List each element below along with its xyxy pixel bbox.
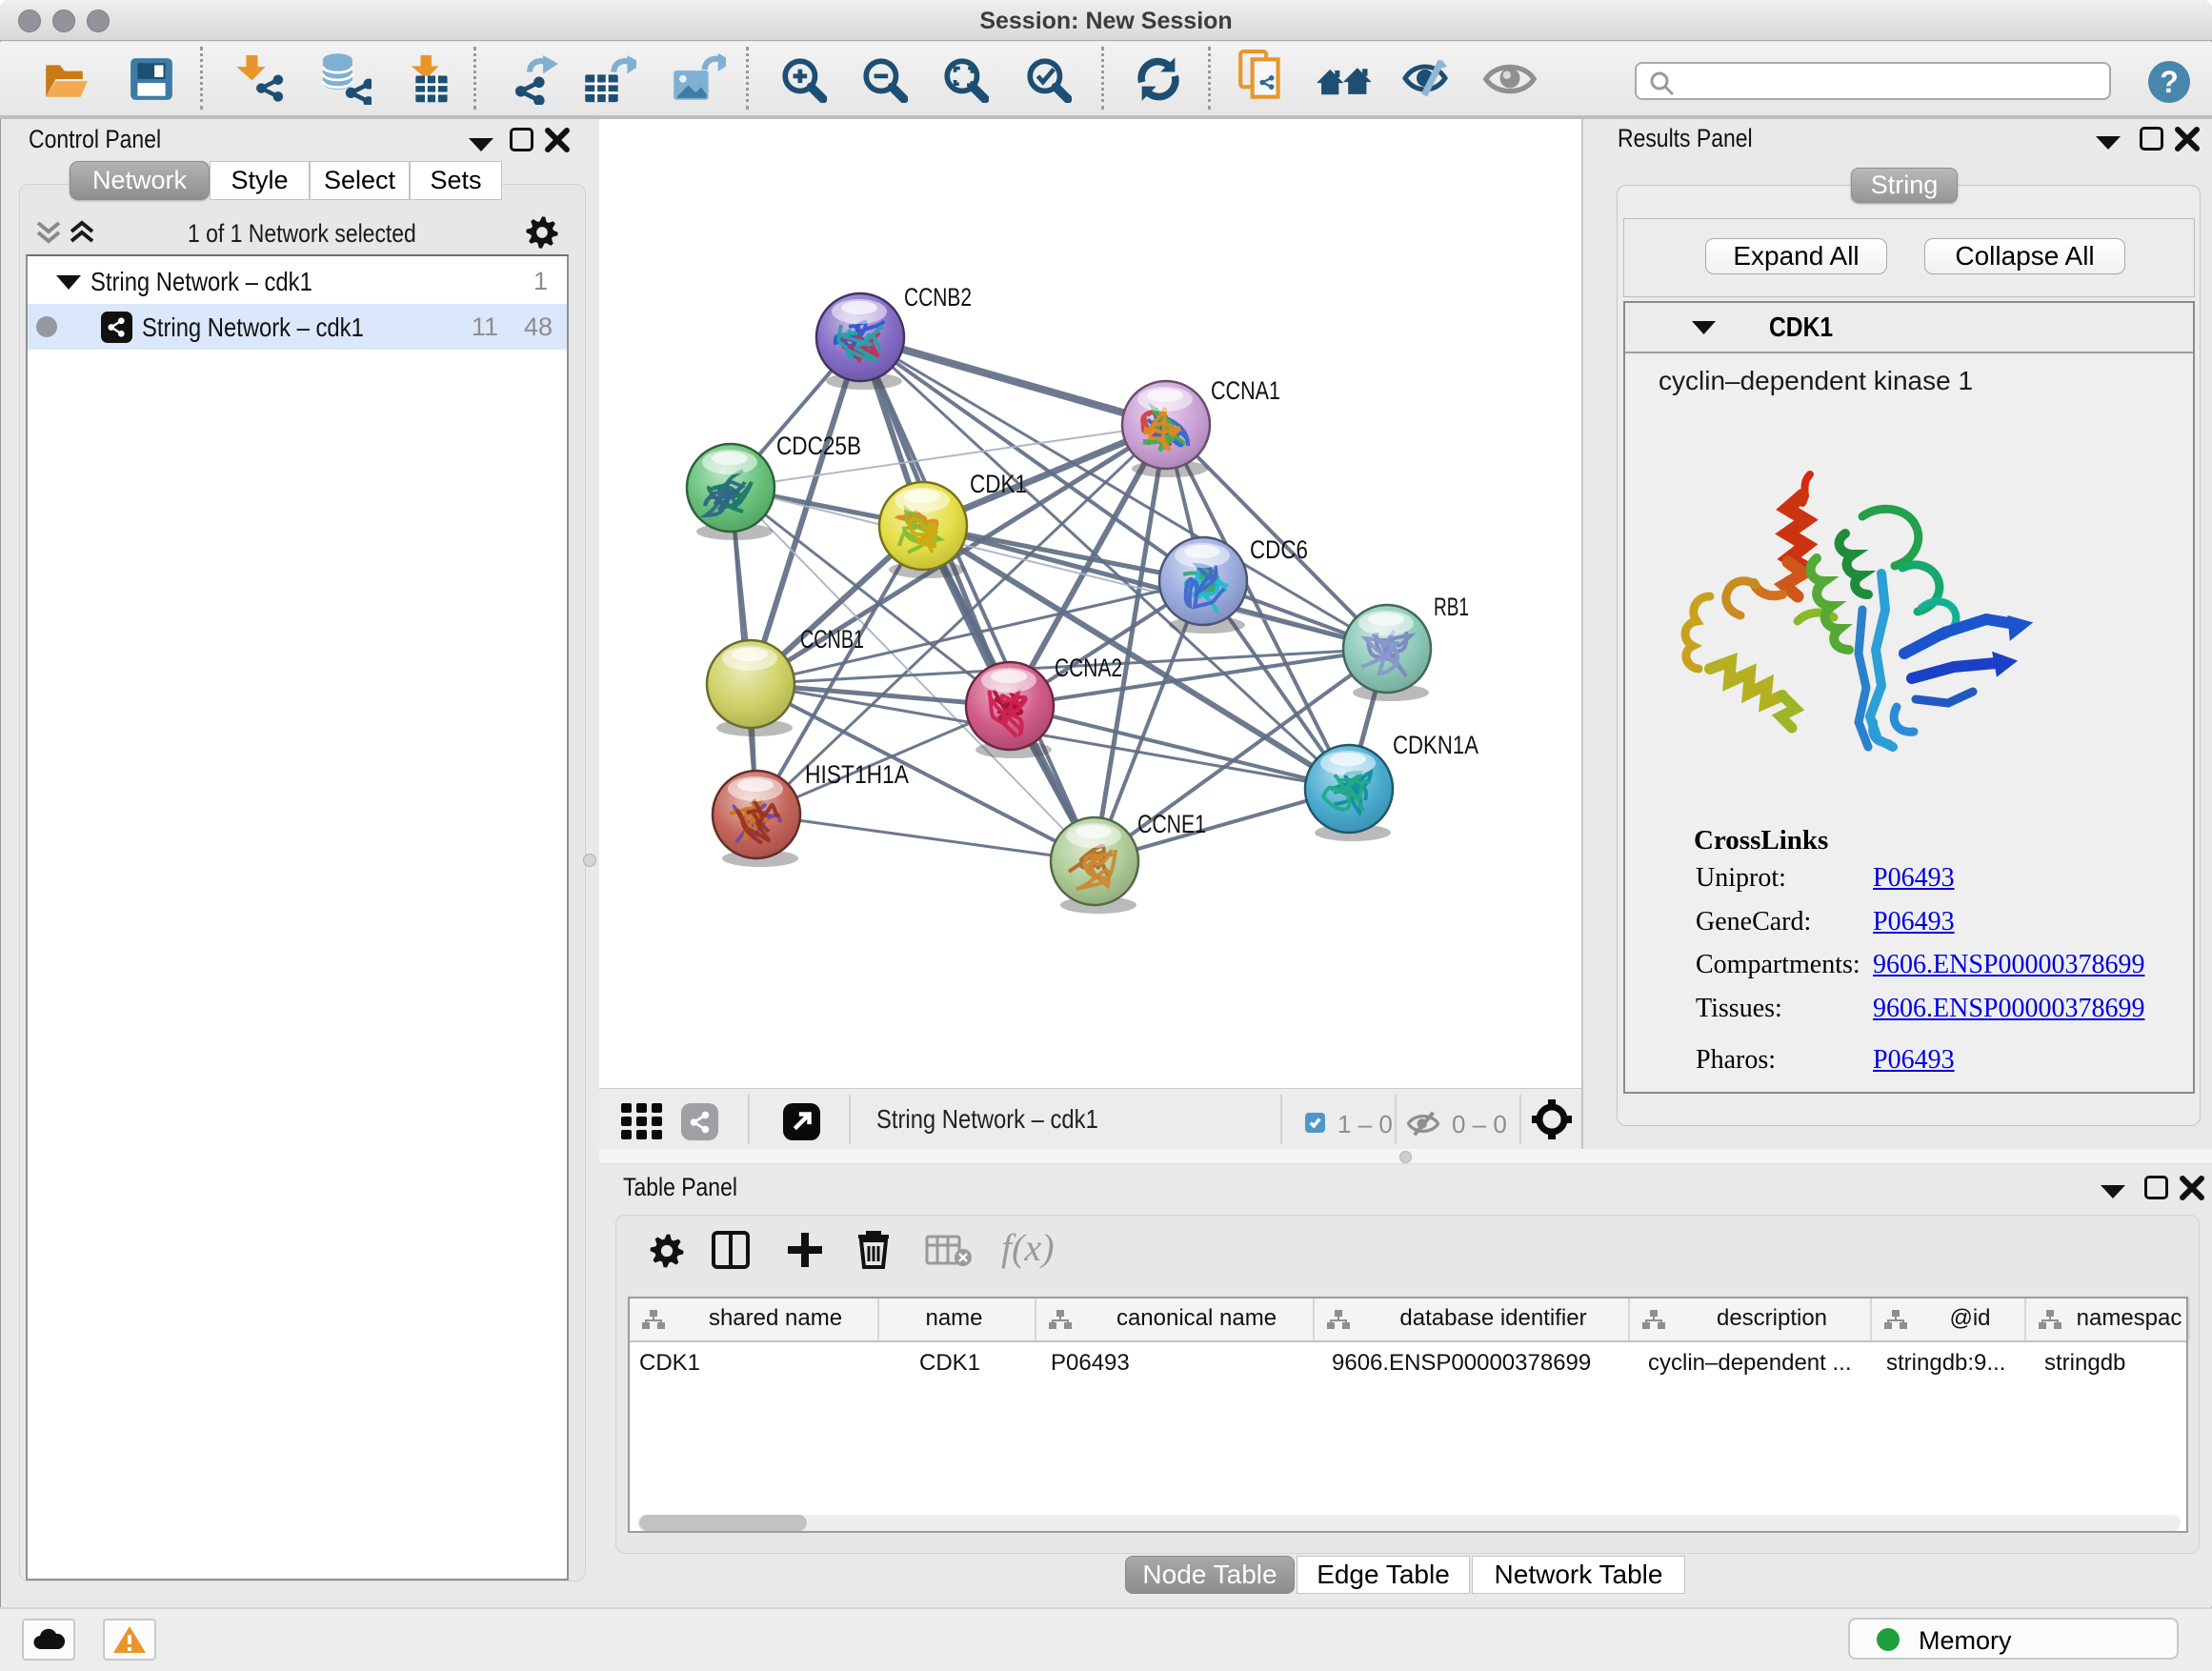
svg-text:CCNA2: CCNA2: [1055, 654, 1122, 682]
svg-text:CDC6: CDC6: [1250, 535, 1308, 564]
svg-text:CDK1: CDK1: [970, 470, 1027, 498]
svg-text:CCNB2: CCNB2: [904, 283, 972, 312]
svg-text:CCNE1: CCNE1: [1137, 810, 1206, 838]
svg-text:CCNB1: CCNB1: [800, 625, 864, 654]
svg-text:CDC25B: CDC25B: [776, 432, 861, 460]
svg-text:?: ?: [2160, 65, 2179, 99]
svg-text:CDKN1A: CDKN1A: [1393, 731, 1478, 759]
svg-text:CCNA1: CCNA1: [1211, 376, 1280, 405]
svg-text:RB1: RB1: [1434, 593, 1469, 621]
svg-text:HIST1H1A: HIST1H1A: [805, 760, 909, 789]
